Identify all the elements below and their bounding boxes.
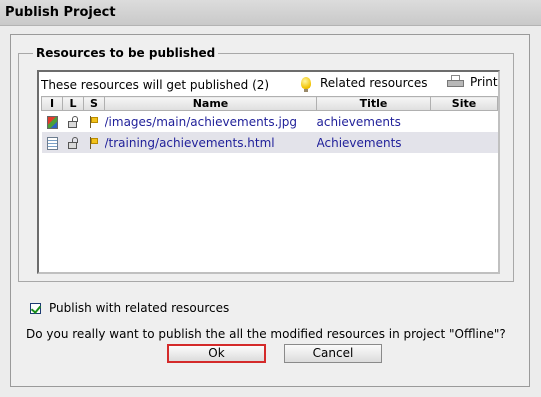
column-header-name[interactable]: Name — [104, 96, 317, 111]
resources-group-legend: Resources to be published — [36, 46, 216, 60]
flag-icon — [89, 137, 99, 149]
unlock-icon — [67, 116, 79, 128]
table-header-row: I L S Name Title Site — [41, 96, 498, 111]
unlock-icon — [67, 137, 79, 149]
print-label: Print — [470, 75, 498, 89]
resources-panel: These resources will get published (2) R… — [37, 70, 500, 274]
resource-site — [430, 132, 498, 153]
ok-button[interactable]: Ok — [167, 344, 266, 363]
column-header-i[interactable]: I — [41, 96, 63, 111]
table-row[interactable]: /training/achievements.html Achievements — [41, 132, 498, 153]
column-header-title[interactable]: Title — [316, 96, 431, 111]
resource-site — [431, 111, 498, 133]
type-cell — [42, 111, 63, 133]
panel-title: These resources will get published (2) — [41, 78, 270, 92]
publish-related-checkbox[interactable] — [30, 302, 41, 314]
confirm-question: Do you really want to publish the all th… — [26, 327, 506, 341]
related-resources-label: Related resources — [320, 76, 428, 90]
cancel-button[interactable]: Cancel — [284, 344, 382, 363]
text-file-icon — [46, 136, 58, 150]
publish-related-option[interactable]: Publish with related resources — [30, 301, 229, 315]
resource-name[interactable]: /training/achievements.html — [104, 132, 317, 153]
column-header-l[interactable]: L — [62, 96, 84, 111]
related-resources-button[interactable]: Related resources — [301, 76, 428, 92]
resources-table: I L S Name Title Site /images/main/achie… — [41, 96, 498, 153]
resource-title: achievements — [316, 114, 401, 129]
column-header-site[interactable]: Site — [430, 96, 498, 111]
printer-icon — [447, 75, 464, 89]
window-title: Publish Project — [0, 0, 541, 26]
lock-cell — [63, 111, 84, 133]
image-file-icon — [46, 115, 58, 129]
lightbulb-icon — [301, 77, 311, 92]
print-button[interactable]: Print — [447, 75, 498, 89]
state-cell — [83, 132, 105, 153]
panel-header: These resources will get published (2) R… — [39, 72, 498, 96]
publish-related-label: Publish with related resources — [49, 301, 230, 315]
lock-cell — [62, 132, 84, 153]
resource-name[interactable]: /images/main/achievements.jpg — [105, 111, 317, 133]
flag-icon — [89, 116, 99, 128]
state-cell — [84, 111, 105, 133]
column-header-s[interactable]: S — [83, 96, 105, 111]
table-row[interactable]: /images/main/achievements.jpg achievemen… — [42, 111, 498, 133]
resource-title: Achievements — [316, 132, 431, 153]
type-cell — [41, 132, 63, 153]
